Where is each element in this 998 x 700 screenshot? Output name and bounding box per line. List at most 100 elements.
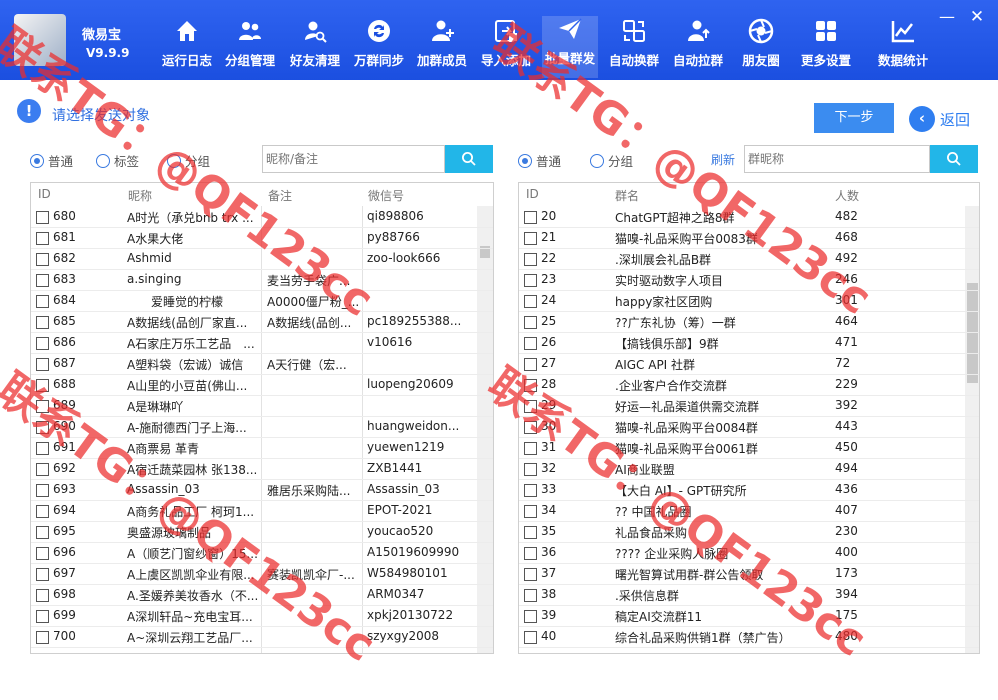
nav-sync-button[interactable]: 万群同步 bbox=[351, 18, 407, 76]
table-row[interactable]: 39 稿定AI交流群11 175 bbox=[519, 606, 979, 627]
table-row[interactable]: 31 猫嗅-礼品采购平台0061群 450 bbox=[519, 438, 979, 459]
friend-search-button[interactable] bbox=[445, 145, 493, 173]
nav-grid-button[interactable]: 更多设置 bbox=[798, 18, 854, 76]
table-row[interactable]: 685 A数据线(品创厂家直... A数据线(品创... pc189255388... bbox=[31, 312, 493, 333]
row-checkbox[interactable] bbox=[524, 358, 537, 371]
row-checkbox[interactable] bbox=[524, 421, 537, 434]
nav-send-button[interactable]: 批量群发 bbox=[542, 16, 598, 78]
row-checkbox[interactable] bbox=[36, 232, 49, 245]
table-row[interactable]: 21 猫嗅-礼品采购平台0083群 468 bbox=[519, 228, 979, 249]
row-checkbox[interactable] bbox=[36, 568, 49, 581]
row-checkbox[interactable] bbox=[36, 526, 49, 539]
row-checkbox[interactable] bbox=[524, 232, 537, 245]
row-checkbox[interactable] bbox=[36, 379, 49, 392]
table-row[interactable]: 683 a.singing 麦当劳手袋广... bbox=[31, 270, 493, 291]
table-row[interactable]: 689 A是琳琳吖 bbox=[31, 396, 493, 417]
radio-left-tag[interactable]: 标签 bbox=[96, 151, 139, 170]
row-checkbox[interactable] bbox=[36, 589, 49, 602]
table-row[interactable]: 33 【大白 AI】- GPT研究所 436 bbox=[519, 480, 979, 501]
next-step-button[interactable]: 下一步 bbox=[814, 103, 894, 133]
radio-right-group[interactable]: 分组 bbox=[590, 151, 633, 170]
row-checkbox[interactable] bbox=[524, 631, 537, 644]
table-row[interactable]: 691 A商票易 革青 yuewen1219 bbox=[31, 438, 493, 459]
row-checkbox[interactable] bbox=[36, 442, 49, 455]
table-row[interactable]: 22 .深圳展会礼品B群 492 bbox=[519, 249, 979, 270]
nav-users-button[interactable]: 分组管理 bbox=[222, 18, 278, 76]
row-checkbox[interactable] bbox=[524, 547, 537, 560]
nav-import-button[interactable]: 导入添加 bbox=[478, 18, 534, 76]
row-checkbox[interactable] bbox=[524, 589, 537, 602]
row-checkbox[interactable] bbox=[36, 610, 49, 623]
table-row[interactable]: 40 综合礼品采购供销1群（禁广告） 480 bbox=[519, 627, 979, 648]
row-checkbox[interactable] bbox=[524, 484, 537, 497]
minimize-button[interactable]: — bbox=[936, 6, 958, 28]
row-checkbox[interactable] bbox=[36, 253, 49, 266]
row-checkbox[interactable] bbox=[36, 421, 49, 434]
radio-right-normal[interactable]: 普通 bbox=[518, 151, 561, 170]
row-checkbox[interactable] bbox=[36, 484, 49, 497]
table-row[interactable]: 20 ChatGPT超神之路8群 482 bbox=[519, 207, 979, 228]
table-row[interactable]: 696 A（顺艺门窗纱窗）15... A15019609990 bbox=[31, 543, 493, 564]
row-checkbox[interactable] bbox=[36, 316, 49, 329]
row-checkbox[interactable] bbox=[36, 400, 49, 413]
close-button[interactable]: ✕ bbox=[966, 6, 988, 28]
row-checkbox[interactable] bbox=[36, 337, 49, 350]
table-row[interactable]: 690 A-施耐德西门子上海... huangweidon... bbox=[31, 417, 493, 438]
row-checkbox[interactable] bbox=[524, 505, 537, 518]
table-row[interactable]: 684 爱睡觉的柠檬 A0000僵尸粉_... bbox=[31, 291, 493, 312]
table-row[interactable]: 682 Ashmid zoo-look666 bbox=[31, 249, 493, 270]
table-row[interactable]: 25 ??广东礼协（筹）一群 464 bbox=[519, 312, 979, 333]
table-row[interactable]: 35 礼品食品采购 230 bbox=[519, 522, 979, 543]
row-checkbox[interactable] bbox=[524, 253, 537, 266]
row-checkbox[interactable] bbox=[524, 463, 537, 476]
table-row[interactable]: 32 AI商业联盟 494 bbox=[519, 459, 979, 480]
table-row[interactable]: 688 A山里的小豆苗(佛山... luopeng20609 bbox=[31, 375, 493, 396]
row-checkbox[interactable] bbox=[524, 337, 537, 350]
nav-chart-button[interactable]: 数据统计 bbox=[872, 18, 934, 76]
nav-user-up-button[interactable]: 自动拉群 bbox=[670, 18, 726, 76]
row-checkbox[interactable] bbox=[36, 211, 49, 224]
row-checkbox[interactable] bbox=[524, 295, 537, 308]
nav-aperture-button[interactable]: 朋友圈 bbox=[738, 18, 784, 76]
table-row[interactable]: 695 奥盛源玻璃制品 youcao520 bbox=[31, 522, 493, 543]
table-row[interactable]: 681 A水果大佬 py88766 bbox=[31, 228, 493, 249]
table-row[interactable]: 694 A商务礼品工厂 柯珂1... EPOT-2021 bbox=[31, 501, 493, 522]
table-row[interactable]: 27 AIGC API 社群 72 bbox=[519, 354, 979, 375]
table-row[interactable]: 28 .企业客户合作交流群 229 bbox=[519, 375, 979, 396]
row-checkbox[interactable] bbox=[36, 358, 49, 371]
table-row[interactable]: 23 实时驱动数字人项目 246 bbox=[519, 270, 979, 291]
group-search-input[interactable] bbox=[744, 145, 930, 173]
row-checkbox[interactable] bbox=[524, 526, 537, 539]
table-row[interactable]: 687 A塑料袋（宏诚）诚信 A天行健（宏... bbox=[31, 354, 493, 375]
table-row[interactable]: 680 A时光（承兑bnb trx ... qi898806 bbox=[31, 207, 493, 228]
table-row[interactable]: 34 ?? 中国礼品圈 407 bbox=[519, 501, 979, 522]
table-row[interactable]: 698 A.圣媛养美妆香水（不... ARM0347 bbox=[31, 585, 493, 606]
row-checkbox[interactable] bbox=[524, 610, 537, 623]
nav-user-add-button[interactable]: 加群成员 bbox=[414, 18, 470, 76]
row-checkbox[interactable] bbox=[524, 568, 537, 581]
friend-search-input[interactable] bbox=[262, 145, 445, 173]
nav-user-search-button[interactable]: 好友清理 bbox=[287, 18, 343, 76]
table-row[interactable]: 24 happy家社区团购 301 bbox=[519, 291, 979, 312]
row-checkbox[interactable] bbox=[524, 316, 537, 329]
table-row[interactable]: 700 A~深圳云翔工艺品厂... szyxgy2008 bbox=[31, 627, 493, 648]
row-checkbox[interactable] bbox=[36, 274, 49, 287]
row-checkbox[interactable] bbox=[36, 631, 49, 644]
row-checkbox[interactable] bbox=[36, 547, 49, 560]
row-checkbox[interactable] bbox=[36, 463, 49, 476]
row-checkbox[interactable] bbox=[36, 505, 49, 518]
table-row[interactable]: 30 猫嗅-礼品采购平台0084群 443 bbox=[519, 417, 979, 438]
table-row[interactable]: 26 【搞钱俱乐部】9群 471 bbox=[519, 333, 979, 354]
table-row[interactable]: 38 .采供信息群 394 bbox=[519, 585, 979, 606]
row-checkbox[interactable] bbox=[36, 295, 49, 308]
row-checkbox[interactable] bbox=[524, 274, 537, 287]
row-checkbox[interactable] bbox=[524, 400, 537, 413]
nav-home-button[interactable]: 运行日志 bbox=[158, 18, 216, 76]
group-search-button[interactable] bbox=[930, 145, 978, 173]
row-checkbox[interactable] bbox=[524, 442, 537, 455]
table-row[interactable]: 36 ???? 企业采购人脉圈 400 bbox=[519, 543, 979, 564]
table-row[interactable]: 37 曙光智算试用群-群公告领取 173 bbox=[519, 564, 979, 585]
table-row[interactable]: 692 A宿迁蔬菜园林 张138... ZXB1441 bbox=[31, 459, 493, 480]
back-arrow-icon[interactable]: ‹ bbox=[909, 106, 935, 132]
row-checkbox[interactable] bbox=[524, 211, 537, 224]
